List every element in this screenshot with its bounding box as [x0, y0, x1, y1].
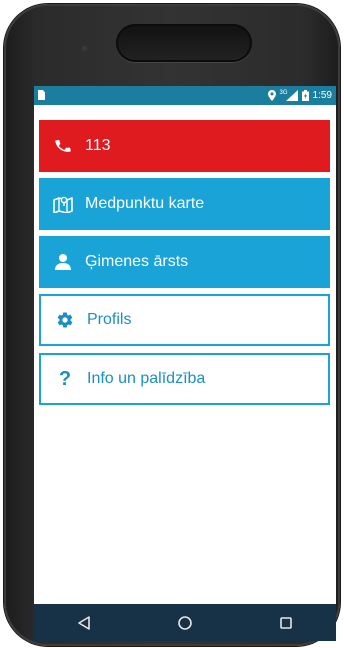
info-help-button[interactable]: ? Info un palīdzība — [39, 353, 330, 405]
back-icon[interactable] — [64, 608, 104, 638]
phone-icon — [51, 134, 75, 158]
status-icons: 3G 1:59 — [267, 88, 332, 103]
emergency-call-button[interactable]: 113 — [39, 120, 330, 172]
gear-icon — [53, 308, 77, 332]
recents-icon[interactable] — [266, 608, 306, 638]
navigation-bar — [34, 604, 336, 641]
medical-points-map-button[interactable]: Medpunktu karte — [39, 178, 330, 230]
earpiece-speaker — [116, 24, 252, 62]
emergency-call-label: 113 — [85, 137, 111, 154]
info-help-label: Info un palīdzība — [87, 370, 206, 387]
user-icon — [51, 250, 75, 274]
home-icon[interactable] — [165, 608, 205, 638]
clock: 1:59 — [312, 90, 332, 101]
signal-icon: 3G — [280, 90, 298, 101]
question-icon: ? — [58, 368, 72, 390]
location-icon — [267, 90, 276, 101]
sim-card-icon — [38, 90, 45, 100]
status-bar: 3G 1:59 — [34, 86, 336, 105]
front-camera — [82, 46, 87, 51]
profile-label: Profils — [87, 311, 132, 328]
battery-icon — [301, 90, 309, 101]
family-doctor-button[interactable]: Ģimenes ārsts — [39, 236, 330, 288]
family-doctor-label: Ģimenes ārsts — [85, 253, 189, 270]
map-icon — [51, 192, 75, 216]
profile-button[interactable]: Profils — [39, 294, 330, 346]
phone-frame: 3G 1:59 113 Medpunktu karte Ģimenes ārst… — [4, 4, 340, 646]
screen: 3G 1:59 113 Medpunktu karte Ģimenes ārst… — [34, 86, 336, 641]
medical-points-map-label: Medpunktu karte — [85, 195, 205, 212]
